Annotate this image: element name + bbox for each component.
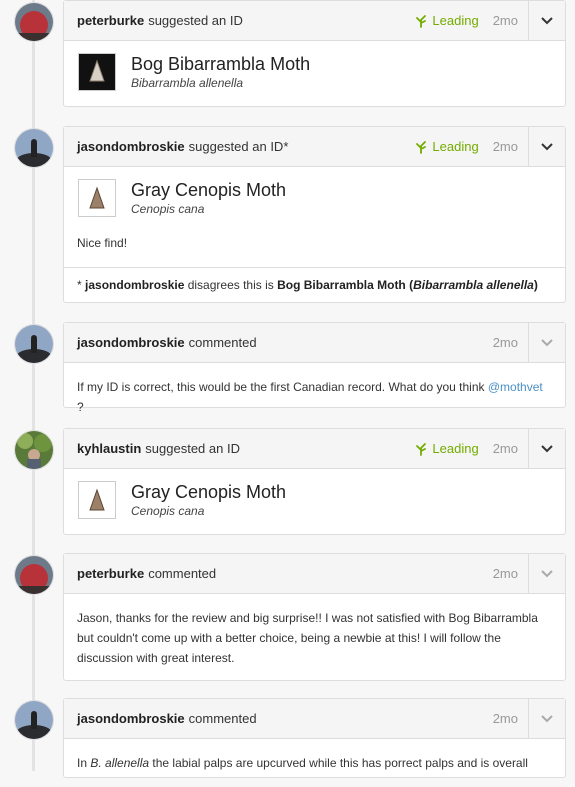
disagree-paren-close: ) (533, 278, 538, 292)
taxon-thumbnail[interactable] (78, 53, 116, 91)
taxon-scientific-name: Bibarrambla allenella (131, 75, 244, 90)
username-link[interactable]: peterburke (77, 13, 144, 28)
taxon-block[interactable]: Gray Cenopis Moth Cenopis cana (64, 469, 565, 531)
timestamp: 2mo (492, 335, 518, 350)
taxon-thumbnail[interactable] (78, 179, 116, 217)
comment-card: jasondombroskie commented 2mo If my ID i… (63, 322, 566, 414)
disagree-taxon-common[interactable]: Bog Bibarrambla Moth (277, 278, 406, 292)
disagree-paren-open: ( (405, 278, 414, 292)
leading-sprout-icon (416, 140, 427, 154)
taxon-scientific-name: Cenopis cana (131, 201, 205, 216)
avatar[interactable] (14, 700, 54, 740)
item-menu-button[interactable] (528, 699, 565, 738)
chevron-down-icon (541, 569, 553, 577)
comment-text: the labial palps are upcurved while this… (149, 756, 528, 770)
action-text: suggested an ID* (188, 139, 289, 154)
card-header: jasondombroskie commented 2mo (64, 323, 565, 363)
leading-sprout-icon (416, 442, 427, 456)
leading-badge: Leading (414, 139, 479, 154)
avatar[interactable] (14, 2, 54, 42)
leading-badge: Leading (414, 441, 479, 456)
identification-body: Nice find! (77, 236, 128, 250)
username-link[interactable]: jasondombroskie (77, 139, 185, 154)
identification-card: kyhlaustin suggested an ID Leading 2mo G… (63, 428, 566, 535)
timeline-line (32, 0, 35, 771)
leading-label: Leading (432, 13, 479, 28)
card-header: peterburke commented 2mo (64, 554, 565, 594)
username-link[interactable]: jasondombroskie (77, 335, 185, 350)
mention-link[interactable]: @mothvet (488, 380, 543, 394)
chevron-down-icon (541, 444, 553, 452)
item-menu-button[interactable] (528, 323, 565, 362)
comment-text: ? (77, 400, 84, 414)
item-menu-button[interactable] (528, 1, 565, 40)
taxon-scientific-name: Cenopis cana (131, 503, 205, 518)
leading-label: Leading (432, 441, 479, 456)
item-menu-button[interactable] (528, 127, 565, 166)
action-text: suggested an ID (148, 13, 243, 28)
leading-badge: Leading (414, 13, 479, 28)
username-link[interactable]: peterburke (77, 566, 144, 581)
comment-card: peterburke commented 2mo Jason, thanks f… (63, 553, 566, 681)
action-text: commented (148, 566, 217, 581)
comment-body: In B. allenella the labial palps are upc… (64, 739, 565, 787)
card-header: kyhlaustin suggested an ID Leading 2mo (64, 429, 565, 469)
taxon-emphasis: B. allenella (90, 756, 150, 770)
leading-label: Leading (432, 139, 479, 154)
chevron-down-icon (541, 16, 553, 24)
card-header: jasondombroskie suggested an ID* Leading… (64, 127, 565, 167)
taxon-thumbnail[interactable] (78, 481, 116, 519)
taxon-common-name[interactable]: Bog Bibarrambla Moth (131, 54, 310, 75)
leading-sprout-icon (416, 14, 427, 28)
timestamp: 2mo (492, 711, 518, 726)
action-text: suggested an ID (145, 441, 240, 456)
username-link[interactable]: jasondombroskie (77, 711, 185, 726)
avatar[interactable] (14, 430, 54, 470)
taxon-common-name[interactable]: Gray Cenopis Moth (131, 482, 286, 503)
disagree-taxon-scientific[interactable]: Bibarrambla allenella (413, 278, 534, 292)
avatar[interactable] (14, 555, 54, 595)
action-text: commented (188, 335, 257, 350)
timestamp: 2mo (492, 566, 518, 581)
disagreement-note: * jasondombroskie disagrees this is Bog … (64, 267, 565, 302)
taxon-block[interactable]: Gray Cenopis Moth Cenopis cana (64, 167, 565, 229)
timestamp: 2mo (492, 13, 518, 28)
card-header: jasondombroskie commented 2mo (64, 699, 565, 739)
comment-card: jasondombroskie commented 2mo In B. alle… (63, 698, 566, 778)
taxon-block[interactable]: Bog Bibarrambla Moth Bibarrambla allenel… (64, 41, 565, 103)
avatar[interactable] (14, 324, 54, 364)
chevron-down-icon (541, 142, 553, 150)
avatar[interactable] (14, 128, 54, 168)
identification-card: peterburke suggested an ID Leading 2mo B… (63, 0, 566, 107)
username-link[interactable]: jasondombroskie (85, 278, 184, 292)
identification-card: jasondombroskie suggested an ID* Leading… (63, 126, 566, 303)
action-text: commented (188, 711, 257, 726)
timestamp: 2mo (492, 441, 518, 456)
disagree-text: disagrees this is (184, 278, 278, 292)
card-header: peterburke suggested an ID Leading 2mo (64, 1, 565, 41)
username-link[interactable]: kyhlaustin (77, 441, 141, 456)
chevron-down-icon (541, 338, 553, 346)
comment-text: If my ID is correct, this would be the f… (77, 380, 488, 394)
comment-body: If my ID is correct, this would be the f… (64, 363, 565, 431)
taxon-common-name[interactable]: Gray Cenopis Moth (131, 180, 286, 201)
timestamp: 2mo (492, 139, 518, 154)
comment-text: In (77, 756, 91, 770)
item-menu-button[interactable] (528, 554, 565, 593)
disagree-prefix: * (77, 278, 86, 292)
comment-body: Jason, thanks for the review and big sur… (77, 611, 538, 665)
chevron-down-icon (541, 714, 553, 722)
item-menu-button[interactable] (528, 429, 565, 468)
